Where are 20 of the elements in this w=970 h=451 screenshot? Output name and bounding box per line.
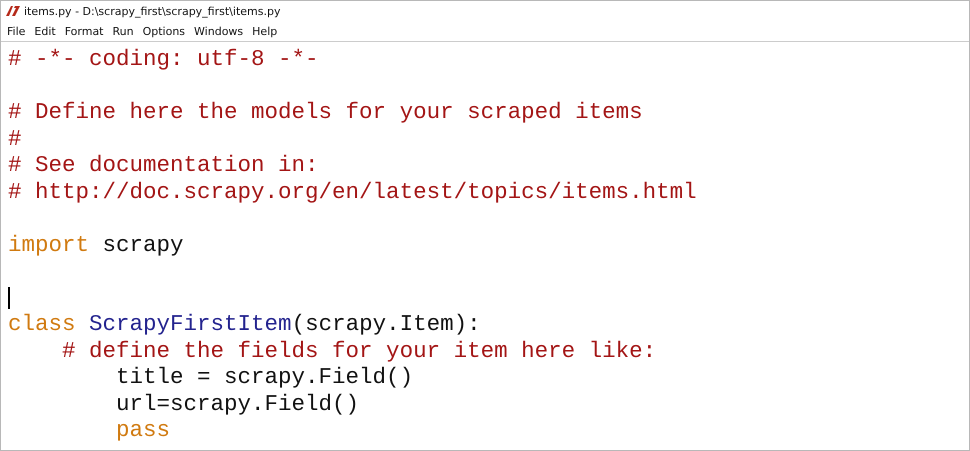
text-cursor [8, 286, 10, 309]
window-title: items.py - D:\scrapy_first\scrapy_first\items.py [24, 4, 280, 18]
code-line: title = scrapy.Field() [115, 364, 414, 390]
menu-item[interactable]: Windows [194, 24, 244, 38]
menu-item[interactable]: Edit [34, 24, 56, 38]
menu-item[interactable]: File [7, 24, 26, 38]
code-line: # define the fields for your item here like: [61, 338, 656, 364]
code-line: # [8, 126, 22, 152]
code-line: class ScrapyFirstItem(scrapy.Item): [8, 311, 481, 338]
code-line: url=scrapy.Field() [115, 390, 360, 417]
menu-item[interactable]: Run [112, 24, 134, 38]
code-line: # -*- coding: utf-8 -*- [8, 46, 319, 72]
menu-item[interactable]: Options [142, 24, 186, 38]
code-line: # See documentation in: [8, 152, 319, 178]
menu-item[interactable]: Format [64, 24, 104, 38]
code-line: # http://doc.scrapy.org/en/latest/topics/items.html [8, 178, 697, 205]
code-line: # Define here the models for your scraped items [8, 99, 643, 126]
code-line: pass [115, 417, 170, 444]
menu-item[interactable]: Help [252, 24, 278, 38]
code-line: import scrapy [8, 232, 184, 258]
